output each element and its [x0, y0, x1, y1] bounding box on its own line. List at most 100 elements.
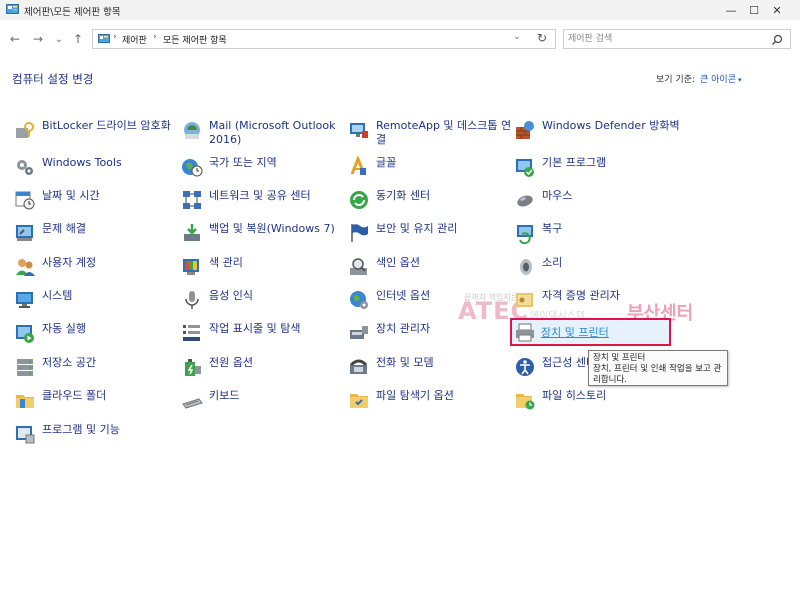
recovery-icon [517, 225, 533, 244]
item-cloud-folders[interactable]: 클라우드 폴더 [14, 389, 179, 421]
item-mouse[interactable]: 마우스 [514, 189, 679, 221]
folder-options-icon [350, 394, 368, 408]
item-remoteapp[interactable]: RemoteApp 및 데스크톱 연결 [348, 119, 513, 151]
item-internet-options[interactable]: 인터넷 옵션 [348, 289, 513, 321]
network-icon [183, 191, 201, 209]
search-icon[interactable] [770, 33, 784, 47]
users-icon [16, 259, 35, 276]
up-button[interactable]: ↑ [71, 31, 85, 47]
search-box[interactable] [563, 29, 791, 49]
sync-icon [350, 191, 368, 209]
item-label: 사용자 계정 [42, 256, 97, 269]
font-icon [350, 156, 366, 175]
keyboard-icon [182, 398, 203, 409]
address-dropdown-icon[interactable]: ⌄ [513, 32, 521, 42]
forward-arrow-icon: → [32, 32, 44, 46]
item-label: 장치 관리자 [376, 322, 431, 335]
item-taskbar-navigation[interactable]: 작업 표시줄 및 탐색 [181, 322, 346, 354]
tooltip: 장치 및 프린터 장치, 프린터 및 인쇄 작업을 보고 관리합니다. [588, 350, 728, 386]
flag-icon [351, 224, 368, 242]
item-label: Windows Tools [42, 156, 122, 169]
item-backup-restore[interactable]: 백업 및 복원(Windows 7) [181, 222, 346, 254]
item-label: 기본 프로그램 [542, 156, 607, 169]
item-windows-tools[interactable]: Windows Tools [14, 156, 179, 188]
item-user-accounts[interactable]: 사용자 계정 [14, 256, 179, 288]
item-default-programs[interactable]: 기본 프로그램 [514, 156, 679, 188]
item-firewall[interactable]: Windows Defender 방화벽 [514, 119, 680, 151]
item-sound[interactable]: 소리 [514, 256, 679, 288]
close-icon: ✕ [772, 3, 782, 17]
item-recovery[interactable]: 복구 [514, 222, 679, 254]
forward-button[interactable]: → [31, 31, 45, 47]
remoteapp-icon [350, 123, 368, 138]
item-autoplay[interactable]: 자동 실행 [14, 322, 179, 354]
refresh-icon[interactable]: ↻ [537, 31, 547, 45]
item-phone-modem[interactable]: 전화 및 모뎀 [348, 356, 513, 388]
view-by-dropdown[interactable]: 큰 아이콘 ▾ [700, 72, 742, 85]
item-keyboard[interactable]: 키보드 [181, 389, 346, 421]
close-button[interactable]: ✕ [754, 0, 800, 20]
item-fonts[interactable]: 글꼴 [348, 156, 513, 188]
item-label: RemoteApp 및 데스크톱 연결 [376, 119, 512, 146]
item-mail[interactable]: Mail (Microsoft Outlook 2016) [181, 119, 346, 151]
item-label: 전화 및 모뎀 [376, 356, 434, 369]
item-label: 보안 및 유지 관리 [376, 222, 458, 235]
back-button[interactable]: ← [8, 31, 22, 47]
power-icon [185, 359, 201, 376]
back-arrow-icon: ← [9, 32, 21, 46]
item-label: 소리 [542, 256, 563, 269]
item-speech-recognition[interactable]: 음성 인식 [181, 289, 346, 321]
item-sync-center[interactable]: 동기화 센터 [348, 189, 513, 221]
item-label: 국가 또는 지역 [209, 156, 277, 169]
mail-icon [184, 122, 200, 139]
item-label: 파일 탐색기 옵션 [376, 389, 454, 402]
item-label: 키보드 [209, 389, 240, 402]
item-color-management[interactable]: 색 관리 [181, 256, 346, 288]
item-system[interactable]: 시스템 [14, 289, 179, 321]
item-bitlocker[interactable]: BitLocker 드라이브 암호화 [14, 119, 179, 151]
window-title: 제어판\모든 제어판 항목 [24, 7, 121, 18]
item-indexing-options[interactable]: 색인 옵션 [348, 256, 513, 288]
item-credential-manager[interactable]: 자격 증명 관리자 [514, 289, 679, 321]
search-input[interactable] [568, 32, 758, 46]
autoplay-icon [16, 325, 34, 343]
globe-clock-icon [182, 159, 203, 177]
breadcrumb-control-panel[interactable]: 제어판 [122, 33, 147, 46]
recent-locations-button[interactable]: ⌄ [52, 31, 66, 47]
item-label: 작업 표시줄 및 탐색 [209, 322, 301, 335]
backup-icon [184, 224, 200, 241]
troubleshoot-icon [16, 225, 33, 241]
file-history-icon [516, 394, 535, 410]
accessibility-icon [516, 358, 534, 376]
address-bar[interactable]: › 제어판 › 모든 제어판 항목 ⌄ ↻ [92, 29, 556, 49]
breadcrumb-separator: › [113, 32, 117, 42]
internet-options-icon [350, 291, 368, 309]
item-security-maintenance[interactable]: 보안 및 유지 관리 [348, 222, 513, 254]
indexing-icon [350, 258, 367, 275]
item-label: 색 관리 [209, 256, 243, 269]
item-label: 음성 인식 [209, 289, 253, 302]
item-device-manager[interactable]: 장치 관리자 [348, 322, 513, 354]
item-label: 글꼴 [376, 156, 397, 169]
item-programs-features[interactable]: 프로그램 및 기능 [14, 423, 179, 455]
hovered-item-label[interactable]: 장치 및 프린터 [541, 324, 609, 340]
mouse-icon [517, 195, 533, 207]
item-file-explorer-options[interactable]: 파일 탐색기 옵션 [348, 389, 513, 421]
item-storage-spaces[interactable]: 저장소 공간 [14, 356, 179, 388]
item-network[interactable]: 네트워크 및 공유 센터 [181, 189, 346, 221]
item-troubleshooting[interactable]: 문제 해결 [14, 222, 179, 254]
item-date-time[interactable]: 날짜 및 시간 [14, 189, 179, 221]
control-panel-icon [98, 34, 110, 43]
item-file-history[interactable]: 파일 히스토리 [514, 389, 679, 421]
item-label: 네트워크 및 공유 센터 [209, 189, 311, 202]
calendar-clock-icon [15, 191, 35, 210]
item-label: 날짜 및 시간 [42, 189, 100, 202]
storage-icon [17, 359, 33, 376]
breadcrumb-all-items[interactable]: 모든 제어판 항목 [163, 33, 227, 46]
item-region[interactable]: 국가 또는 지역 [181, 156, 346, 188]
credential-icon [516, 293, 533, 307]
bitlocker-icon [16, 122, 34, 138]
item-label: 자격 증명 관리자 [542, 289, 620, 302]
item-power-options[interactable]: 전원 옵션 [181, 356, 346, 388]
phone-icon [349, 359, 368, 374]
